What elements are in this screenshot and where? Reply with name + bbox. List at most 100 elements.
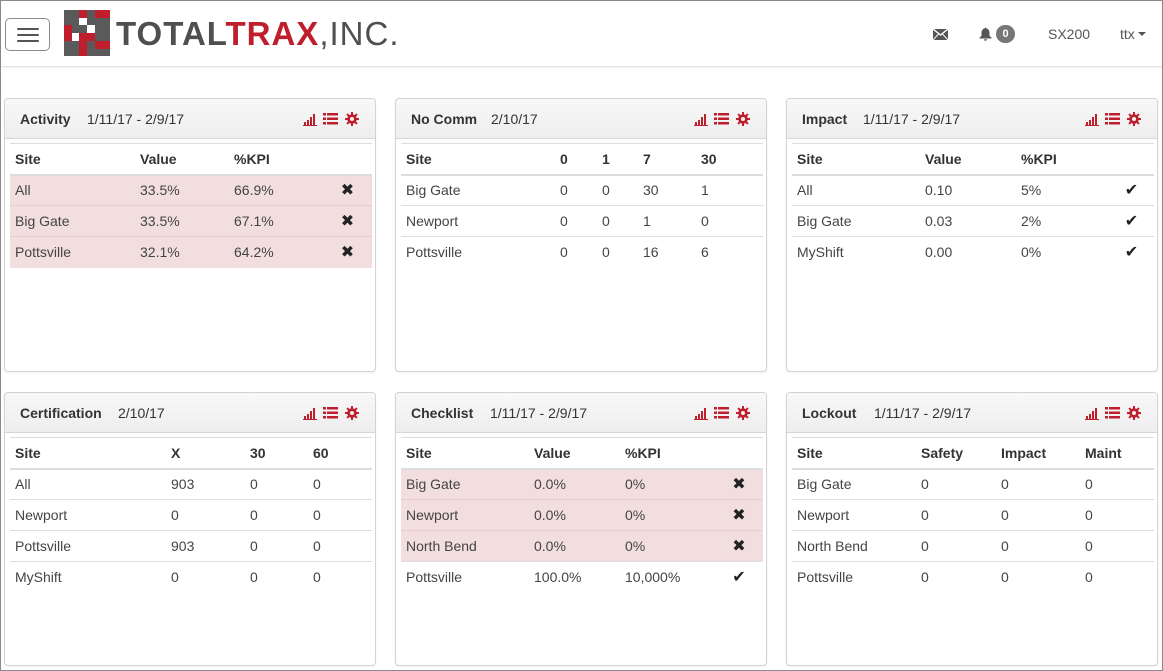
- site-cell: Big Gate: [792, 468, 916, 500]
- x-icon: ✖: [732, 476, 746, 494]
- panel-header: Activity 1/11/17 - 2/9/17: [5, 99, 375, 139]
- site-cell: Big Gate: [792, 205, 920, 237]
- panel-title: No Comm: [411, 111, 478, 127]
- bar-chart-icon[interactable]: [302, 111, 317, 126]
- gear-icon[interactable]: [1126, 405, 1141, 420]
- value-cell: 0.10: [920, 174, 1016, 206]
- user-menu[interactable]: ttx: [1120, 23, 1146, 45]
- no-comm-panel: No Comm 2/10/17 Site 0 1 7 30 Big Gate 0…: [395, 98, 767, 372]
- table-row: North Bend 0.0% 0% ✖: [401, 530, 763, 562]
- panel-title: Impact: [802, 111, 848, 127]
- checklist-table: Site Value %KPI Big Gate 0.0% 0% ✖ Newpo…: [401, 437, 763, 593]
- site-cell: Pottsville: [10, 236, 135, 268]
- site-cell: Big Gate: [401, 468, 529, 500]
- lockout-table: Site Safety Impact Maint Big Gate 0 0 0 …: [792, 437, 1154, 593]
- table-header-row: Site Value %KPI: [792, 143, 1154, 176]
- table-row: Big Gate 0 0 0: [792, 468, 1154, 500]
- logo-wordmark: TOTALTRAX: [116, 14, 320, 52]
- activity-panel: Activity 1/11/17 - 2/9/17 Site Value %KP…: [4, 98, 376, 372]
- panel-tools: [1084, 405, 1141, 420]
- count-cell: 0: [597, 174, 638, 206]
- list-icon[interactable]: [323, 405, 338, 420]
- messages-button[interactable]: [933, 23, 948, 45]
- site-selector[interactable]: SX200: [1048, 23, 1090, 45]
- site-cell: All: [10, 468, 166, 500]
- company-logo[interactable]: TOTALTRAX ,INC.: [64, 9, 400, 57]
- value-cell: 0.0%: [529, 468, 620, 500]
- column-header: Value: [920, 143, 1016, 176]
- gear-icon[interactable]: [344, 111, 359, 126]
- check-icon: ✔: [1124, 244, 1139, 262]
- list-icon[interactable]: [1105, 405, 1120, 420]
- gear-icon[interactable]: [1126, 111, 1141, 126]
- notifications-button[interactable]: 0: [979, 23, 1015, 45]
- bar-chart-icon[interactable]: [1084, 111, 1099, 126]
- gear-icon[interactable]: [735, 405, 750, 420]
- panel-header: Lockout 1/11/17 - 2/9/17: [787, 393, 1157, 433]
- value-cell: 33.5%: [135, 205, 229, 237]
- table-row: All 0.10 5% ✔: [792, 174, 1154, 206]
- count-cell: 0: [916, 499, 996, 531]
- column-header: 30: [245, 437, 308, 470]
- column-header: %KPI: [620, 437, 715, 470]
- site-cell: Pottsville: [792, 561, 916, 593]
- column-header: 30: [696, 143, 763, 176]
- count-cell: 0: [597, 236, 638, 268]
- gear-icon[interactable]: [344, 405, 359, 420]
- bell-icon: [979, 27, 992, 41]
- column-header: Safety: [916, 437, 996, 470]
- column-header: X: [166, 437, 245, 470]
- x-icon: ✖: [732, 538, 746, 555]
- count-cell: 0: [1080, 530, 1154, 562]
- table-row: Pottsville 903 0 0: [10, 530, 372, 562]
- column-header: 60: [308, 437, 372, 470]
- lockout-panel: Lockout 1/11/17 - 2/9/17 Site Safety Imp…: [786, 392, 1158, 666]
- site-cell: North Bend: [401, 530, 529, 562]
- count-cell: 0: [996, 530, 1080, 562]
- hamburger-menu-button[interactable]: [5, 18, 50, 51]
- table-row: Big Gate 33.5% 67.1% ✖: [10, 205, 372, 237]
- list-icon[interactable]: [323, 111, 338, 126]
- panel-tools: [693, 111, 750, 126]
- site-cell: All: [10, 174, 135, 206]
- column-header: 7: [638, 143, 696, 176]
- site-cell: Pottsville: [10, 530, 166, 562]
- bar-chart-icon[interactable]: [693, 405, 708, 420]
- check-icon: ✔: [732, 569, 746, 587]
- count-cell: 0: [1080, 499, 1154, 531]
- table-row: All 33.5% 66.9% ✖: [10, 174, 372, 206]
- certification-panel: Certification 2/10/17 Site X 30 60 All 9…: [4, 392, 376, 666]
- table-row: Big Gate 0 0 30 1: [401, 174, 763, 206]
- certification-table: Site X 30 60 All 903 0 0 Newport 0 0 0 P…: [10, 437, 372, 593]
- panel-header: Certification 2/10/17: [5, 393, 375, 433]
- count-cell: 0: [597, 205, 638, 237]
- kpi-cell: 10,000%: [620, 561, 715, 593]
- bar-chart-icon[interactable]: [693, 111, 708, 126]
- column-header: 1: [597, 143, 638, 176]
- bar-chart-icon[interactable]: [1084, 405, 1099, 420]
- panel-title: Activity: [20, 111, 71, 127]
- site-cell: Newport: [10, 499, 166, 531]
- kpi-cell: 64.2%: [229, 236, 323, 268]
- count-cell: 0: [166, 499, 245, 531]
- count-cell: 0: [555, 236, 597, 268]
- table-header-row: Site Value %KPI: [401, 437, 763, 470]
- panel-header: Impact 1/11/17 - 2/9/17: [787, 99, 1157, 139]
- site-cell: Pottsville: [401, 236, 555, 268]
- list-icon[interactable]: [1105, 111, 1120, 126]
- list-icon[interactable]: [714, 405, 729, 420]
- table-row: Newport 0 0 1 0: [401, 205, 763, 237]
- bar-chart-icon[interactable]: [302, 405, 317, 420]
- list-icon[interactable]: [714, 111, 729, 126]
- panel-tools: [1084, 111, 1141, 126]
- kpi-cell: 0%: [620, 499, 715, 531]
- value-cell: 33.5%: [135, 174, 229, 206]
- panel-title: Checklist: [411, 405, 474, 421]
- envelope-icon: [933, 28, 948, 40]
- site-cell: Newport: [792, 499, 916, 531]
- gear-icon[interactable]: [735, 111, 750, 126]
- check-icon: ✔: [1124, 182, 1139, 200]
- count-cell: 0: [308, 530, 372, 562]
- table-row: MyShift 0 0 0: [10, 561, 372, 593]
- column-header: Site: [792, 437, 916, 470]
